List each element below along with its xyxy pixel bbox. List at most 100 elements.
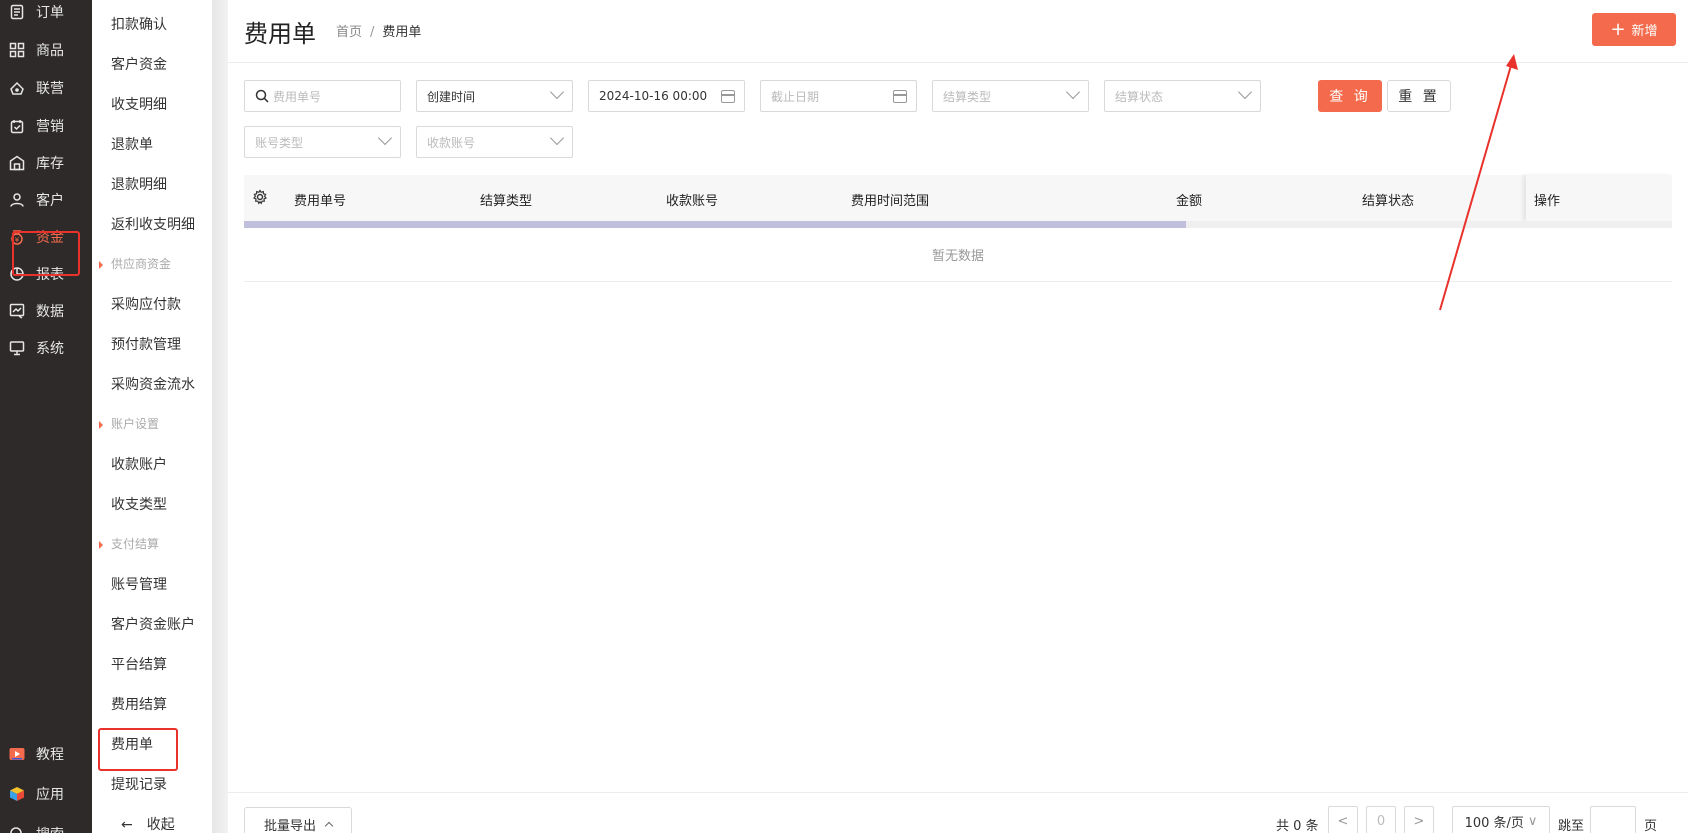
input-placeholder: 费用单号 [273, 89, 322, 104]
nav-item-search[interactable]: 搜索 [0, 814, 92, 833]
settle-status-select[interactable]: 结算状态 [1104, 80, 1261, 112]
nav-item-tutorial[interactable]: 教程 [0, 734, 92, 774]
jump-page-input[interactable] [1590, 806, 1636, 833]
query-button[interactable]: 查 询 [1318, 80, 1382, 112]
highlight-box-fee-order [98, 728, 178, 771]
submenu-item-customer-fund-account[interactable]: 客户资金账户 [111, 614, 195, 634]
page-size-select[interactable]: 100 条/页 ∨ [1452, 806, 1550, 833]
user-icon [8, 191, 26, 209]
nav-item-orders[interactable]: 订单 [0, 0, 92, 32]
submenu-item-platform-settlement[interactable]: 平台结算 [111, 654, 167, 674]
gear-icon[interactable] [252, 189, 268, 209]
annotation-arrow [1439, 54, 1518, 311]
column-header-operation: 操作 [1534, 194, 1561, 209]
chevron-down-icon [549, 84, 565, 100]
add-button[interactable]: + 新增 [1592, 13, 1676, 46]
settle-type-select[interactable]: 结算类型 [932, 80, 1089, 112]
column-header-fee-order-no[interactable]: 费用单号 [294, 190, 346, 209]
time-type-select[interactable]: 创建时间 [416, 80, 573, 112]
submenu-item-purchase-payable[interactable]: 采购应付款 [111, 294, 181, 314]
input-placeholder: 截止日期 [771, 89, 820, 104]
submenu-group-account-settings[interactable]: 账户设置 [99, 415, 159, 432]
select-placeholder: 结算类型 [943, 89, 992, 104]
select-placeholder: 结算状态 [1115, 89, 1164, 104]
column-header-receive-account[interactable]: 收款账号 [666, 190, 718, 209]
jump-label: 跳至 [1558, 819, 1585, 833]
chevron-down-icon [1065, 84, 1081, 100]
nav-item-warehouse[interactable]: 库存 [0, 143, 92, 183]
highlight-box-funds [12, 231, 80, 276]
submenu-item-customer-funds[interactable]: 客户资金 [111, 54, 167, 74]
group-title: 账户设置 [111, 417, 160, 431]
chevron-down-icon: ∨ [1527, 813, 1538, 829]
nav-item-marketing[interactable]: 营销 [0, 106, 92, 146]
select-placeholder: 账号类型 [255, 135, 304, 150]
main-nav: 订单 商品 联营 营销 库存 客户 ¥ 资金 报表 数据 系统 教程 应用 [0, 0, 92, 833]
submenu-item-fee-settlement[interactable]: 费用结算 [111, 694, 167, 714]
next-page-button[interactable]: > [1404, 806, 1434, 833]
submenu-group-payment-settlement[interactable]: 支付结算 [99, 535, 159, 552]
submenu-item-income-expense-detail[interactable]: 收支明细 [111, 94, 167, 114]
submenu-item-prepayment[interactable]: 预付款管理 [111, 334, 181, 354]
submenu-divider [212, 0, 228, 833]
nav-label: 库存 [36, 156, 64, 172]
current-page[interactable]: 0 [1366, 806, 1396, 833]
footer-divider [228, 792, 1688, 793]
submenu-item-rebate-detail[interactable]: 返利收支明细 [111, 214, 195, 234]
submenu-item-refund-order[interactable]: 退款单 [111, 134, 153, 154]
marketing-icon [8, 117, 26, 135]
nav-label: 教程 [36, 747, 64, 763]
submenu-item-deduction-confirm[interactable]: 扣款确认 [111, 14, 167, 34]
nav-label: 搜索 [36, 824, 64, 833]
data-icon [8, 302, 26, 320]
chevron-up-icon [324, 821, 334, 830]
submenu-item-income-expense-type[interactable]: 收支类型 [111, 494, 167, 514]
calendar-icon [721, 90, 735, 103]
chevron-down-icon [1237, 84, 1253, 100]
nav-item-data[interactable]: 数据 [0, 291, 92, 331]
breadcrumb: 首页 / 费用单 [336, 21, 421, 40]
account-type-select[interactable]: 账号类型 [244, 126, 401, 158]
nav-label: 商品 [36, 43, 64, 59]
chevron-right-icon: > [1413, 813, 1425, 829]
select-value: 创建时间 [427, 89, 476, 104]
submenu-group-supplier-funds[interactable]: 供应商资金 [99, 255, 171, 272]
nav-label: 客户 [36, 193, 64, 209]
page-title: 费用单 [244, 20, 316, 48]
monitor-icon [8, 339, 26, 357]
column-header-amount[interactable]: 金额 [1176, 190, 1202, 209]
column-header-settle-status[interactable]: 结算状态 [1362, 190, 1414, 209]
submenu-item-withdraw-record[interactable]: 提现记录 [111, 774, 167, 794]
batch-export-button[interactable]: 批量导出 [244, 807, 352, 833]
receive-account-select[interactable]: 收款账号 [416, 126, 573, 158]
collapse-button[interactable]: ← 收起 [111, 814, 175, 833]
breadcrumb-home[interactable]: 首页 [336, 25, 362, 40]
column-header-settle-type[interactable]: 结算类型 [480, 190, 532, 209]
submenu-item-receive-account[interactable]: 收款账户 [111, 454, 167, 474]
end-date-picker[interactable]: 截止日期 [760, 80, 917, 112]
order-icon [8, 3, 26, 21]
select-placeholder: 收款账号 [427, 135, 476, 150]
nav-label: 订单 [36, 5, 64, 21]
nav-item-apps[interactable]: 应用 [0, 774, 92, 814]
column-header-fee-time-range[interactable]: 费用时间范围 [851, 190, 929, 209]
start-date-picker[interactable]: 2024-10-16 00:00 [588, 80, 745, 112]
nav-item-joint[interactable]: 联营 [0, 68, 92, 108]
group-title: 供应商资金 [111, 257, 172, 271]
chevron-down-icon [377, 130, 393, 146]
submenu-item-refund-detail[interactable]: 退款明细 [111, 174, 167, 194]
fee-order-no-input[interactable]: 费用单号 [244, 80, 401, 112]
prev-page-button[interactable]: < [1328, 806, 1358, 833]
nav-item-customers[interactable]: 客户 [0, 180, 92, 220]
nav-item-system[interactable]: 系统 [0, 328, 92, 368]
scrollbar-thumb[interactable] [244, 221, 1187, 228]
cube-icon [8, 785, 26, 803]
date-value: 2024-10-16 00:00 [599, 89, 708, 103]
collapse-label: 收起 [146, 817, 175, 833]
submenu-item-account-management[interactable]: 账号管理 [111, 574, 167, 594]
nav-label: 应用 [36, 787, 64, 803]
add-button-label: 新增 [1631, 24, 1658, 39]
nav-item-goods[interactable]: 商品 [0, 30, 92, 70]
submenu-item-purchase-flow[interactable]: 采购资金流水 [111, 374, 195, 394]
nav-label: 营销 [36, 119, 64, 135]
